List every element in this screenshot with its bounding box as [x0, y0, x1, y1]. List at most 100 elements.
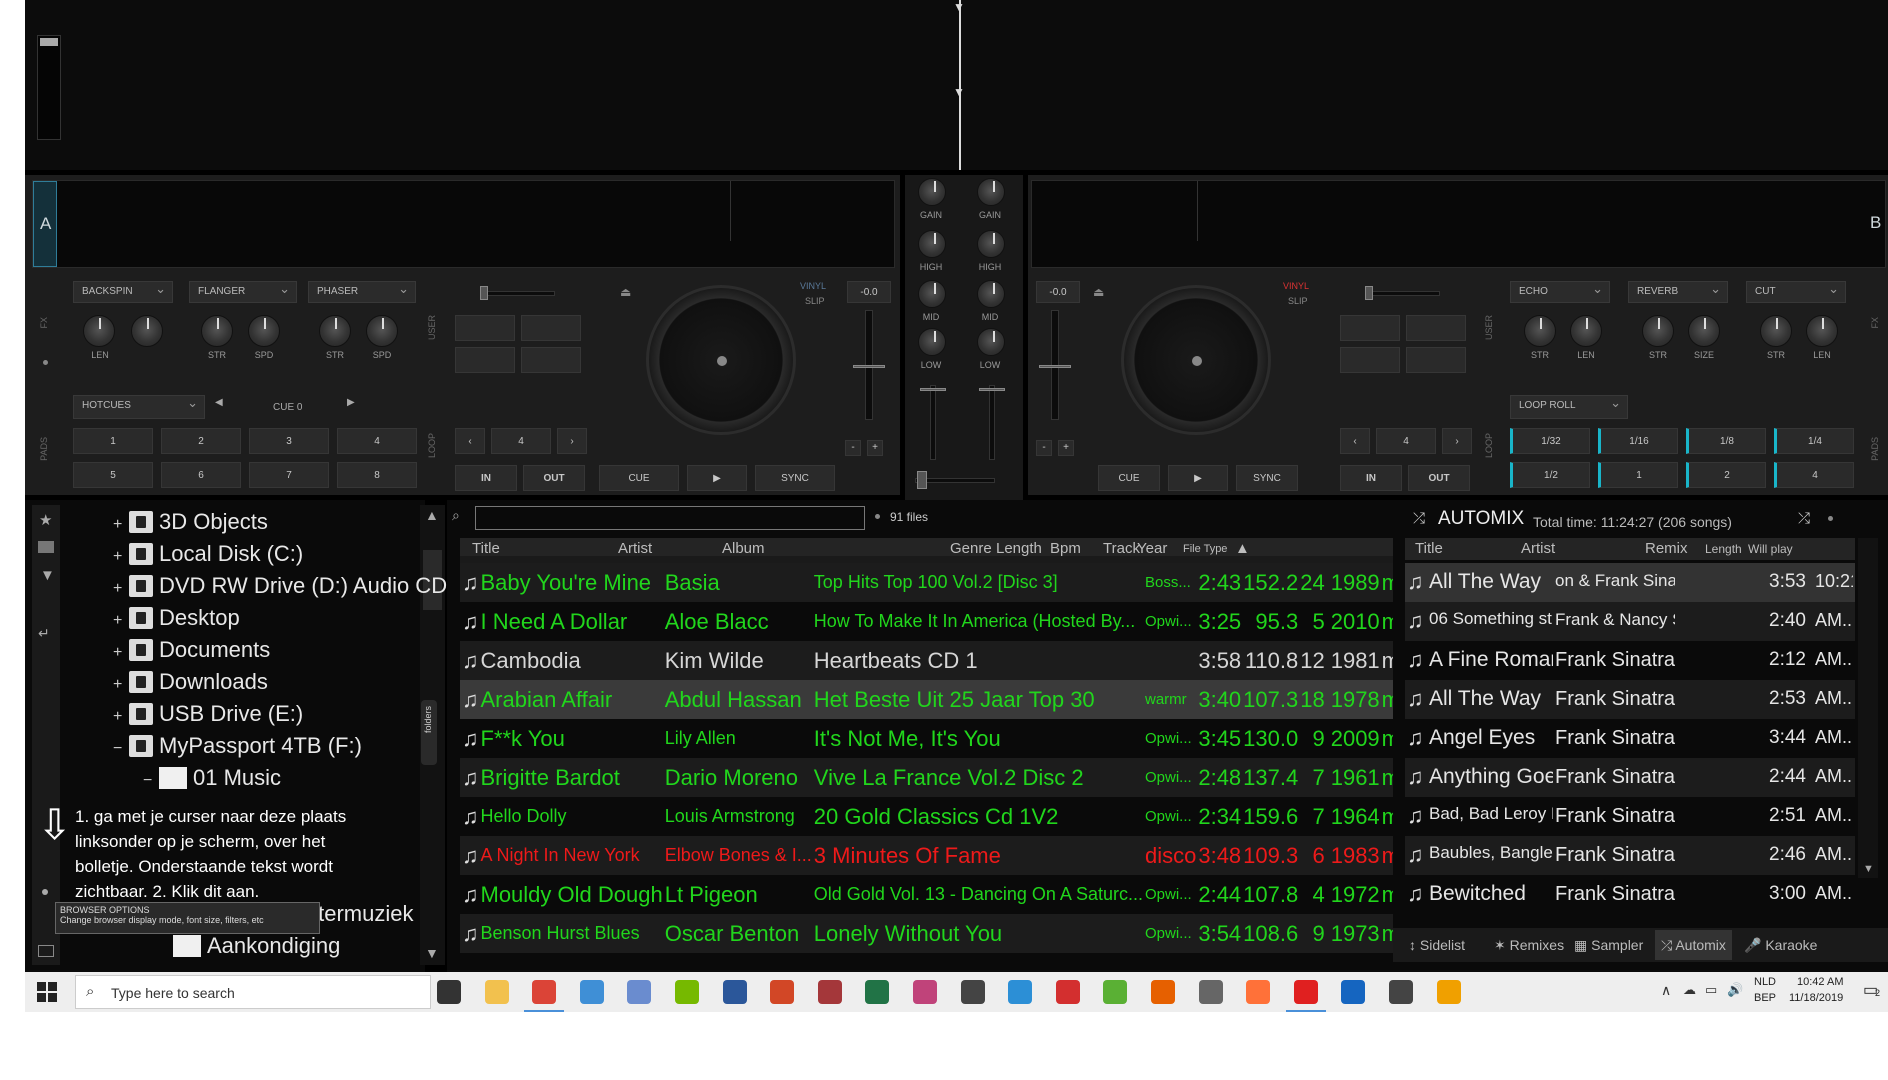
star-icon[interactable]: ★ [39, 511, 52, 529]
folder-item[interactable]: + Desktop [113, 602, 447, 634]
folder-item[interactable]: + DVD RW Drive (D:) Audio CD [113, 570, 447, 602]
table-row[interactable]: ♫ Brigitte Bardot Dario Moreno Vive La Fran… [460, 758, 1397, 797]
language-code[interactable]: NLD [1754, 976, 1776, 988]
clock-date[interactable]: 11/18/2019 [1789, 992, 1843, 1004]
column-header[interactable]: Will play [1748, 538, 1793, 560]
table-row[interactable]: ♫ F**k You Lily Allen It's Not Me, It's You… [460, 719, 1397, 758]
tree-expander[interactable]: + [113, 509, 129, 541]
user-slot-1[interactable] [1340, 315, 1400, 341]
pad-7[interactable]: 7 [249, 462, 329, 488]
table-row[interactable]: ♫ Baby You're Mine Basia Top Hits Top 100 V… [460, 563, 1397, 602]
loop-half-button[interactable]: ‹ [1340, 428, 1370, 454]
slip-label[interactable]: SLIP [805, 296, 825, 306]
loop-double-button[interactable]: › [557, 428, 587, 454]
table-row[interactable]: ♫ A Night In New York Elbow Bones & I... 3 … [460, 836, 1397, 875]
table-row[interactable]: ♫ Hello Dolly Louis Armstrong 20 Gold Class… [460, 797, 1397, 836]
pad-3[interactable]: 3 [249, 428, 329, 454]
folder-item[interactable]: + Downloads [113, 666, 447, 698]
layout-icon[interactable] [38, 945, 54, 957]
high-a-knob[interactable] [918, 230, 946, 258]
fx3-str-knob[interactable] [1760, 315, 1792, 347]
folder-item[interactable]: + Documents [113, 634, 447, 666]
pitch-minus[interactable]: - [845, 440, 861, 456]
volume-a-fader[interactable] [930, 385, 936, 460]
calculator-icon[interactable] [1389, 980, 1413, 1004]
low-b-knob[interactable] [977, 328, 1005, 356]
next-cue-arrow[interactable]: ▶ [347, 397, 355, 408]
pad-2[interactable]: 2 [161, 428, 241, 454]
tab-karaoke[interactable]: 🎤 Karaoke [1738, 930, 1823, 960]
user-slot-3[interactable] [455, 347, 515, 373]
cue-button[interactable]: CUE [599, 465, 679, 491]
automix-row[interactable]: ♫All The Way on & Frank Sinatra 3:53 10:21 [1405, 563, 1855, 602]
mid-a-knob[interactable] [918, 280, 946, 308]
pitch-handle[interactable] [1039, 365, 1071, 368]
folder-item[interactable]: + USB Drive (E:) [113, 698, 447, 730]
loop-in-button[interactable]: IN [455, 465, 517, 491]
gain-b-knob[interactable] [977, 178, 1005, 206]
excel-icon[interactable] [865, 980, 890, 1004]
folder-item[interactable]: +3D Objects [113, 506, 447, 538]
drive-icon[interactable] [38, 541, 54, 553]
keyboard-layout[interactable]: BEP [1754, 992, 1776, 1004]
loop-out-button[interactable]: OUT [523, 465, 585, 491]
fx2-str-knob[interactable] [1642, 315, 1674, 347]
fx-select-2[interactable]: FLANGER [189, 279, 297, 303]
loop-length[interactable]: 4 [1376, 428, 1436, 454]
crossfader-handle[interactable] [917, 471, 927, 489]
folders-tab[interactable]: folders [421, 700, 437, 765]
tab-automix[interactable]: ⤮ Automix [1655, 930, 1732, 960]
pad-7[interactable]: 2 [1686, 462, 1766, 488]
gain-a-knob[interactable] [918, 178, 946, 206]
loop-double-button[interactable]: › [1442, 428, 1472, 454]
pad-5[interactable]: 5 [73, 462, 153, 488]
automix-row[interactable]: ♫ Angel Eyes Frank Sinatra 3:44 AM... [1405, 719, 1855, 758]
windows-start-icon[interactable] [37, 982, 57, 1002]
media-icon[interactable] [579, 980, 604, 1004]
automix-row[interactable]: ♫ Bewitched Frank Sinatra 3:00 AM... [1405, 875, 1855, 903]
tree-expander[interactable]: + [113, 541, 129, 573]
table-row[interactable]: ♫ Mouldy Old Dough Lt Pigeon Old Gold Vol. … [460, 875, 1397, 914]
disc-icon[interactable] [1198, 980, 1223, 1004]
fx1-knob-2[interactable] [131, 315, 163, 347]
folder-item[interactable]: − MyPassport 4TB (F:) [113, 730, 447, 762]
paint-3d-icon[interactable] [1008, 980, 1033, 1004]
access-icon[interactable] [817, 980, 842, 1004]
fx-select-2[interactable]: REVERB [1628, 279, 1728, 303]
automix-scrollbar[interactable]: ▼ [1858, 538, 1878, 878]
mid-b-knob[interactable] [977, 280, 1005, 308]
automix-row[interactable]: ♫ 06 Something sti...Frank & Nancy S... 2:… [1405, 602, 1855, 641]
fx3-spd-knob[interactable] [366, 315, 398, 347]
user-slider[interactable] [1365, 291, 1440, 296]
sync-button[interactable]: SYNC [755, 465, 835, 491]
fx3-len-knob[interactable] [1806, 315, 1838, 347]
volume-b-fader[interactable] [989, 385, 995, 460]
table-row[interactable]: ♫ I Need A Dollar Aloe Blacc How To Make It… [460, 602, 1397, 641]
user-slot-4[interactable] [521, 347, 581, 373]
loop-length[interactable]: 4 [491, 428, 551, 454]
tree-expander[interactable]: + [113, 701, 129, 733]
fx2-str-knob[interactable] [201, 315, 233, 347]
fx3-str-knob[interactable] [319, 315, 351, 347]
loop-out-button[interactable]: OUT [1408, 465, 1470, 491]
nvidia-icon[interactable] [675, 980, 699, 1004]
taskbar-search[interactable]: ⌕ Type here to search [75, 975, 431, 1009]
eject-icon[interactable]: ⏏ [620, 285, 631, 299]
fx-select-1[interactable]: BACKSPIN [73, 279, 173, 303]
tray-chevron-icon[interactable]: ∧ [1661, 982, 1671, 999]
fx2-spd-knob[interactable] [248, 315, 280, 347]
user-slot-4[interactable] [1406, 347, 1466, 373]
fx-select-1[interactable]: ECHO [1510, 279, 1610, 303]
column-header[interactable]: Title [1415, 538, 1443, 560]
snipping-icon[interactable] [913, 980, 937, 1004]
app-orange-icon[interactable] [1436, 980, 1461, 1004]
pad-8[interactable]: 8 [337, 462, 417, 488]
play-button[interactable]: ▶ [687, 465, 747, 491]
user-slot-3[interactable] [1340, 347, 1400, 373]
automix-row[interactable]: ♫A Fine RomanceFrank Sinatra 2:12 AM... [1405, 641, 1855, 680]
slip-label[interactable]: SLIP [1288, 296, 1308, 306]
automix-row[interactable]: ♫ Baubles, Bangle...Frank Sinatra 2:46 AM..… [1405, 836, 1855, 875]
tree-expander[interactable]: + [113, 669, 129, 701]
user-slider[interactable] [480, 291, 555, 296]
sticky-icon[interactable] [960, 980, 985, 1004]
